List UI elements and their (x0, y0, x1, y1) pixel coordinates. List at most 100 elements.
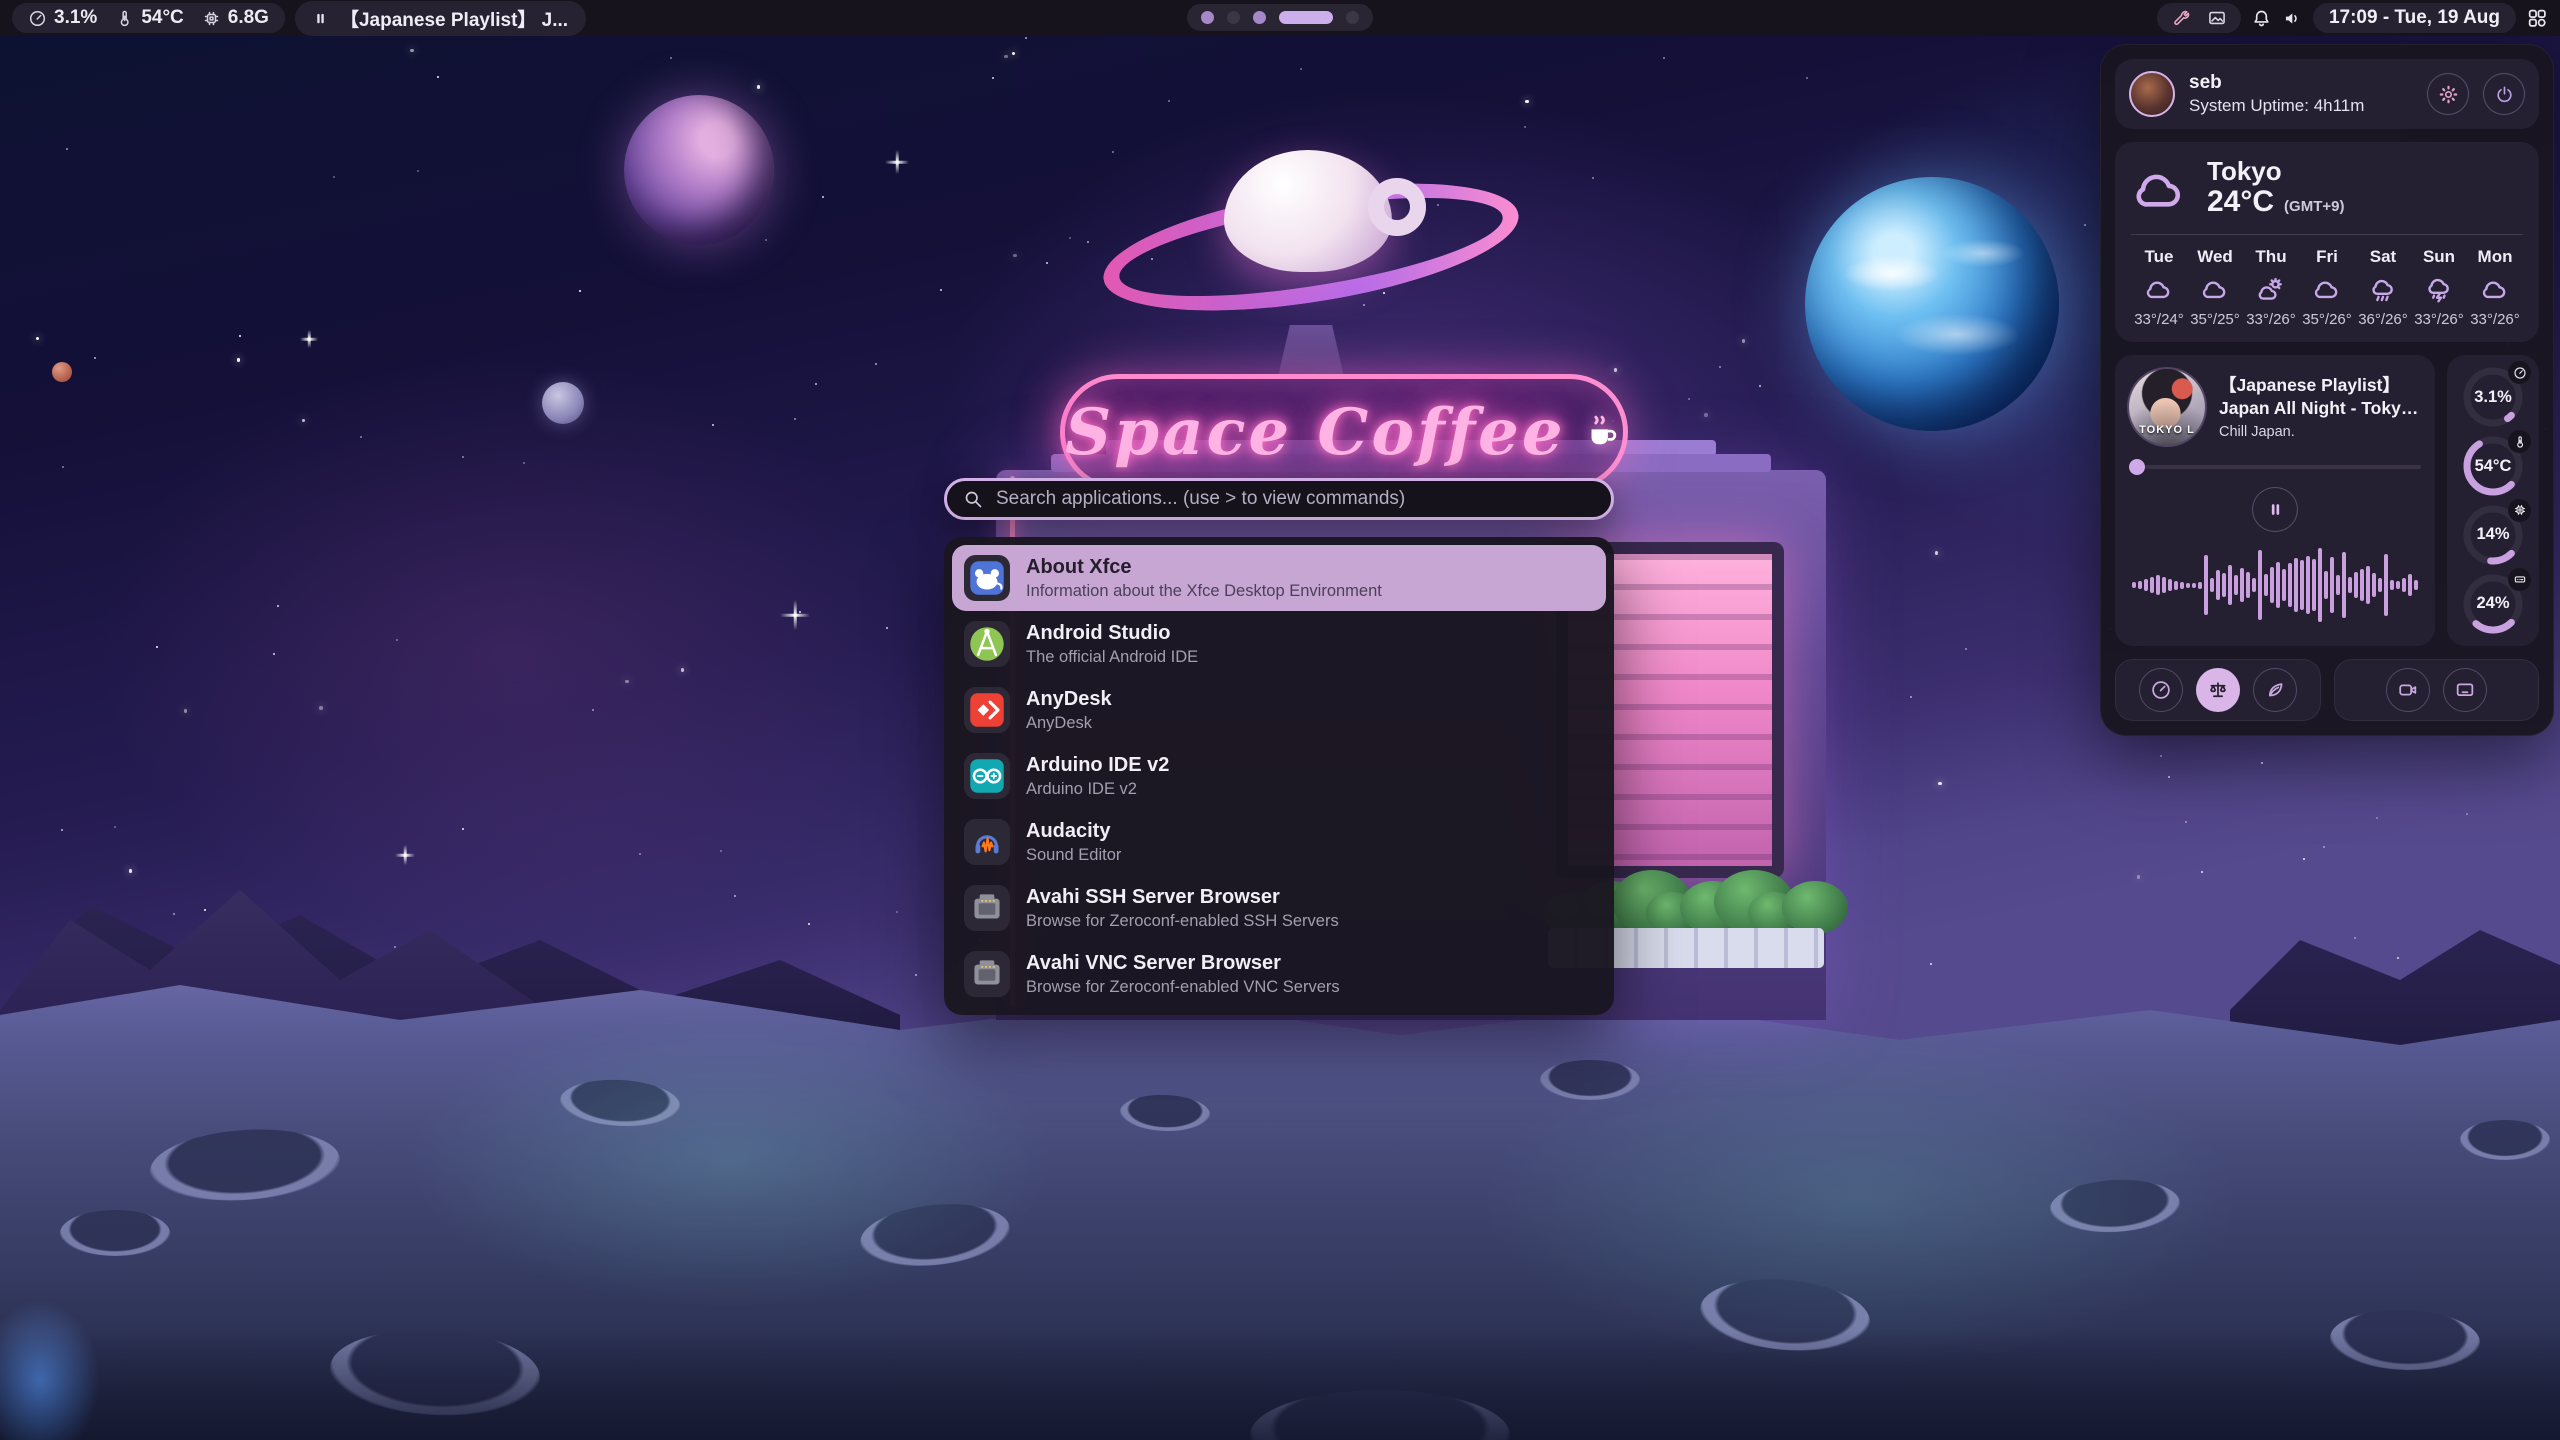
search-bar[interactable] (944, 478, 1614, 520)
weather-temperature: 24°C (2207, 185, 2274, 219)
app-list-item[interactable]: Arduino IDE v2 Arduino IDE v2 (952, 743, 1606, 809)
visualizer-bar (2378, 578, 2382, 592)
star (757, 85, 761, 89)
star (333, 176, 335, 178)
star-sparkle (395, 845, 415, 865)
app-description: Sound Editor (1026, 846, 1121, 865)
chip-icon (2513, 503, 2527, 517)
user-card: seb System Uptime: 4h11m (2115, 59, 2539, 129)
visualizer-bar (2180, 582, 2184, 589)
earth-planet (1805, 177, 2059, 431)
volume-icon[interactable] (2282, 8, 2303, 29)
star (681, 668, 685, 672)
capture-group (2334, 659, 2540, 721)
pause-button[interactable] (2252, 487, 2298, 532)
track-artist: Chill Japan. (2219, 424, 2421, 440)
app-list-item[interactable]: Audacity Sound Editor (952, 809, 1606, 875)
coffee-cup-icon (1582, 410, 1623, 454)
star-sparkle (780, 600, 810, 630)
visualizer-bar (2270, 567, 2274, 603)
search-input[interactable] (996, 488, 1595, 510)
app-title: Arduino IDE v2 (1026, 754, 1169, 777)
avahi-icon (964, 885, 1010, 931)
clock[interactable]: 17:09 - Tue, 19 Aug (2313, 3, 2516, 33)
divider (2131, 234, 2523, 235)
visualizer-bar (2288, 563, 2292, 607)
temperature-value: 54°C (141, 7, 183, 29)
notifications-bell-icon[interactable] (2251, 8, 2272, 29)
visualizer-bar (2414, 580, 2418, 590)
star (396, 639, 398, 641)
thermometer-icon (2513, 435, 2527, 449)
forecast-day: Thu (2243, 247, 2299, 267)
visualizer-bar (2330, 557, 2334, 613)
visualizer-bar (2306, 556, 2310, 614)
workspace-dot[interactable] (1253, 11, 1266, 24)
capture-button[interactable] (2386, 668, 2430, 712)
crater (857, 1197, 1012, 1272)
now-playing-pill[interactable]: 【Japanese Playlist】 J... (295, 1, 586, 36)
star (712, 424, 714, 426)
app-grid-icon[interactable] (2526, 7, 2548, 29)
power-mode-button[interactable] (2196, 668, 2240, 712)
app-list-item[interactable]: About Xfce Information about the Xfce De… (952, 545, 1606, 611)
app-description: Arduino IDE v2 (1026, 780, 1169, 799)
visualizer-bar (2144, 579, 2148, 591)
star (765, 239, 767, 241)
star (462, 456, 464, 458)
star-sparkle (885, 150, 909, 174)
progress-handle[interactable] (2129, 459, 2145, 475)
screen-icon (2454, 679, 2476, 701)
visualizer-bar (2246, 572, 2250, 598)
app-results-list: About Xfce Information about the Xfce De… (944, 537, 1614, 1015)
audio-visualizer (2129, 538, 2421, 632)
app-description: Browse for Zeroconf-enabled SSH Servers (1026, 912, 1339, 931)
star (2323, 846, 2325, 848)
star (1524, 126, 1526, 128)
app-list-item[interactable]: Android Studio The official Android IDE (952, 611, 1606, 677)
progress-track[interactable] (2145, 465, 2421, 469)
power-mode-button[interactable] (2139, 668, 2183, 712)
visualizer-bar (2216, 570, 2220, 600)
star (1663, 57, 1665, 59)
app-launcher: About Xfce Information about the Xfce De… (944, 478, 1614, 1015)
sign-stand (1278, 325, 1344, 377)
cup-handle (1368, 178, 1426, 236)
media-player-card: TOKYO L 【Japanese Playlist】 Japan All Ni… (2115, 355, 2435, 646)
power-button[interactable] (2483, 73, 2525, 115)
star (462, 828, 464, 830)
forecast-temps: 33°/26° (2411, 311, 2467, 328)
workspace-dot[interactable] (1201, 11, 1214, 24)
app-list-item[interactable]: AnyDesk AnyDesk (952, 677, 1606, 743)
workspace-dot[interactable] (1346, 11, 1359, 24)
visualizer-bar (2204, 555, 2208, 615)
star (808, 923, 810, 925)
wrench-tray-icon[interactable] (2171, 8, 2191, 28)
visualizer-bar (2396, 581, 2400, 589)
power-mode-button[interactable] (2253, 668, 2297, 712)
workspace-dot[interactable] (1279, 11, 1333, 24)
star (1012, 52, 1016, 56)
visualizer-bar (2366, 566, 2370, 604)
visualizer-bar (2228, 565, 2232, 605)
star (1004, 55, 1008, 59)
star (129, 869, 133, 873)
capture-button[interactable] (2443, 668, 2487, 712)
forecast-day-cell: Tue 33°/24° (2131, 247, 2187, 328)
star (417, 170, 419, 172)
image-tray-icon[interactable] (2207, 8, 2227, 28)
forecast-day: Wed (2187, 247, 2243, 267)
star (523, 462, 525, 464)
visualizer-bar (2300, 560, 2304, 610)
settings-button[interactable] (2427, 73, 2469, 115)
app-list-item[interactable]: Avahi SSH Server Browser Browse for Zero… (952, 875, 1606, 941)
app-title: Audacity (1026, 820, 1121, 843)
visualizer-bar (2294, 558, 2298, 612)
forecast-day-cell: Wed 35°/25° (2187, 247, 2243, 328)
workspace-dot[interactable] (1227, 11, 1240, 24)
now-playing-text: 【Japanese Playlist】 J... (340, 5, 568, 32)
star (1300, 68, 1302, 70)
app-list-item[interactable]: Avahi VNC Server Browser Browse for Zero… (952, 941, 1606, 1007)
star (410, 49, 414, 53)
chip-icon (202, 9, 221, 28)
